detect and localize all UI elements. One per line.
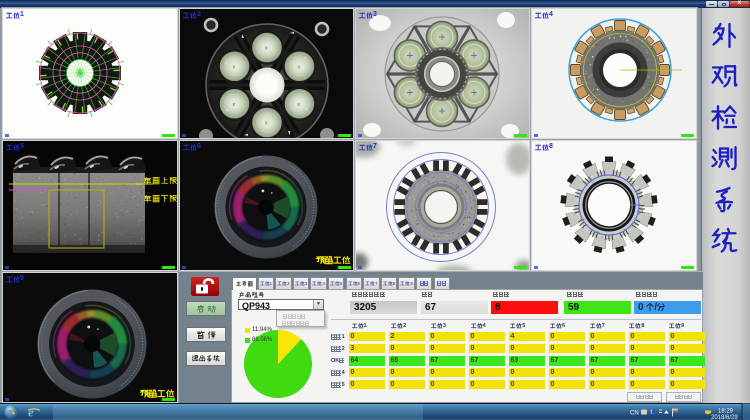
svg-text:18:29: 18:29 — [718, 409, 734, 415]
svg-text:e: e — [28, 405, 34, 420]
svg-text:CN: CN — [630, 411, 639, 417]
svg-text:2018/6/29: 2018/6/29 — [711, 415, 738, 420]
